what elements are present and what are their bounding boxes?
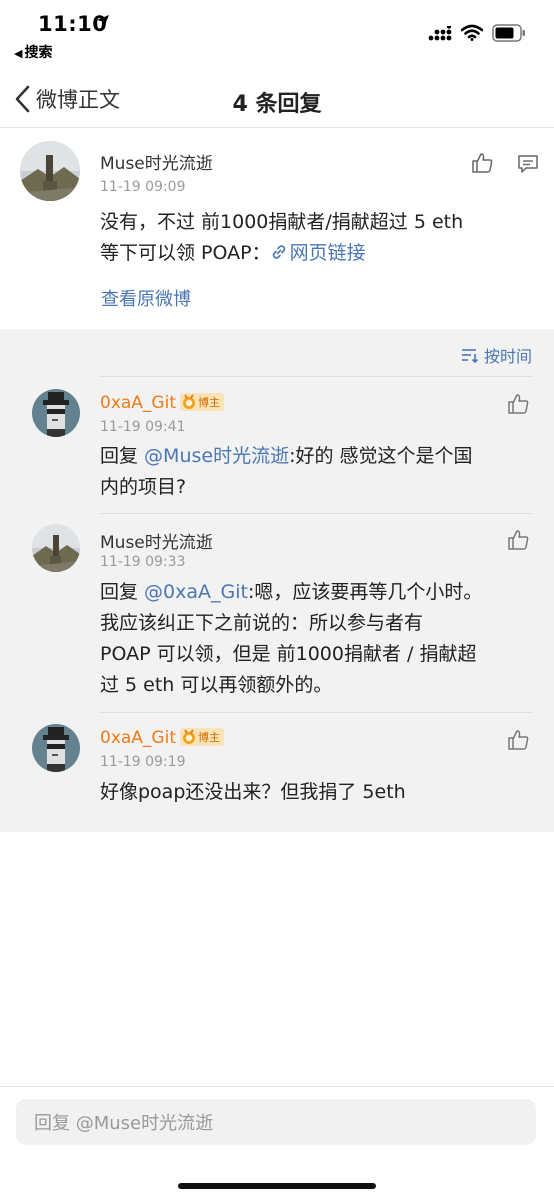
- divider: [100, 376, 532, 377]
- avatar-photo: [20, 141, 80, 201]
- avatar[interactable]: [32, 524, 80, 572]
- reply-line-3: POAP 可以领，但是 前1000捐献者 / 捐献超: [100, 643, 477, 665]
- divider: [100, 513, 532, 514]
- reply-text: 回复 @Muse时光流逝:好的 感觉这个是个国 内的项目?: [100, 441, 473, 503]
- reply-prefix: 回复: [100, 581, 145, 603]
- reply-line-1: 回复 @0xaA_Git:嗯，应该要再等几个小时。: [100, 577, 482, 608]
- medal-icon: [183, 394, 195, 409]
- thumbs-up-icon[interactable]: [507, 529, 529, 551]
- divider: [100, 712, 532, 713]
- reply-timestamp: 11-19 09:19: [100, 754, 186, 770]
- reply-line-4: 过 5 eth 可以再领额外的。: [100, 674, 333, 696]
- reply-input[interactable]: 回复 @Muse时光流逝: [16, 1099, 536, 1145]
- reply-prefix: 回复: [100, 445, 145, 467]
- reply-bar: 回复 @Muse时光流逝: [0, 1086, 554, 1200]
- sort-label: 按时间: [483, 347, 532, 366]
- comment-username[interactable]: Muse时光流逝: [100, 149, 213, 174]
- status-bar: 11:10 ◀ 搜索: [0, 0, 554, 70]
- thumbs-up-icon[interactable]: [471, 152, 493, 174]
- back-to-app-link[interactable]: ◀ 搜索: [14, 42, 52, 62]
- reply-timestamp: 11-19 09:33: [100, 554, 186, 570]
- blogger-badge: 博主: [180, 393, 224, 411]
- signal-icon: [428, 26, 452, 41]
- thumbs-up-icon[interactable]: [507, 729, 529, 751]
- reply-timestamp: 11-19 09:41: [100, 419, 186, 435]
- battery-icon: [492, 24, 525, 42]
- reply-line-2: 内的项目?: [100, 476, 187, 498]
- replies-section: 按时间 0xaA_Git 博主 11-19 09:41 回复 @Muse时光流逝…: [0, 329, 554, 832]
- web-link-label: 网页链接: [289, 242, 366, 264]
- avatar[interactable]: [20, 141, 80, 201]
- view-original-post-link[interactable]: 查看原微博: [101, 285, 191, 311]
- reply-line-1-text: :好的 感觉这个是个国: [289, 445, 473, 467]
- location-arrow-icon: [97, 15, 109, 27]
- web-link[interactable]: 网页链接: [271, 242, 366, 264]
- reply-username[interactable]: 0xaA_Git: [100, 728, 176, 748]
- link-icon: [272, 245, 285, 259]
- mention-link[interactable]: @Muse时光流逝: [144, 445, 289, 467]
- sort-by-time-button[interactable]: 按时间: [460, 343, 532, 367]
- main-comment: Muse时光流逝 11-19 09:09 没有，不过 前1000捐献者/捐献超过…: [0, 129, 554, 329]
- reply-line-1-text: :嗯，应该要再等几个小时。: [247, 581, 483, 603]
- thumbs-up-icon[interactable]: [507, 393, 529, 415]
- comment-timestamp: 11-19 09:09: [100, 179, 186, 195]
- reply-username[interactable]: Muse时光流逝: [100, 528, 213, 553]
- reply-text: 好像poap还没出来？但我捐了 5eth: [100, 777, 406, 808]
- punk-avatar: [32, 389, 80, 437]
- comment-text: 没有，不过 前1000捐献者/捐献超过 5 eth 等下可以领 POAP： 网页链…: [100, 207, 463, 269]
- back-app-label: 搜索: [24, 45, 53, 61]
- wifi-icon: [461, 24, 483, 41]
- back-triangle-icon: ◀: [14, 47, 23, 60]
- comment-line-2-text: 等下可以领 POAP：: [100, 242, 271, 264]
- reply-line-2: 我应该纠正下之前说的：所以参与者有: [100, 612, 424, 634]
- comment-line-2: 等下可以领 POAP： 网页链接: [100, 238, 463, 269]
- avatar[interactable]: [32, 389, 80, 437]
- blogger-badge: 博主: [180, 728, 224, 746]
- reply-line-1: 回复 @Muse时光流逝:好的 感觉这个是个国: [100, 441, 473, 472]
- navigation-bar: 微博正文 4 条回复: [0, 70, 554, 128]
- punk-avatar: [32, 724, 80, 772]
- comment-line-1: 没有，不过 前1000捐献者/捐献超过 5 eth: [100, 211, 464, 233]
- home-indicator[interactable]: [178, 1183, 376, 1189]
- blogger-badge-label: 博主: [198, 731, 220, 744]
- avatar-photo: [32, 524, 80, 572]
- reply-line-1: 好像poap还没出来？但我捐了 5eth: [100, 781, 406, 803]
- page-title: 4 条回复: [232, 92, 322, 117]
- reply-username[interactable]: 0xaA_Git: [100, 393, 176, 413]
- reply-text: 回复 @0xaA_Git:嗯，应该要再等几个小时。 我应该纠正下之前说的：所以参…: [100, 577, 482, 701]
- avatar[interactable]: [32, 724, 80, 772]
- comment-icon[interactable]: [517, 154, 539, 174]
- blogger-badge-label: 博主: [198, 396, 220, 409]
- sort-icon: [461, 349, 479, 363]
- mention-link[interactable]: @0xaA_Git: [144, 581, 248, 603]
- medal-icon: [183, 729, 195, 744]
